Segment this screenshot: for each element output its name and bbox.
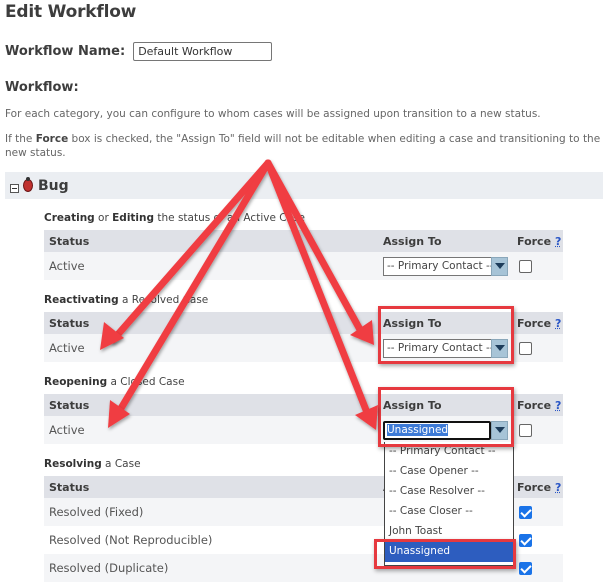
force-help-link[interactable]: ?	[555, 235, 561, 248]
assign-to-select[interactable]: -- Primary Contact --	[383, 256, 508, 276]
col-force: Force?	[517, 316, 562, 330]
section-title-creating: Creating or Editing the status of an Act…	[44, 212, 305, 224]
table-header: Status Assign To Force?	[44, 230, 563, 252]
arrow-line	[116, 159, 272, 414]
col-status: Status	[49, 234, 90, 248]
workflow-name-label: Workflow Name:	[5, 44, 126, 59]
col-assign-to: Assign To	[383, 234, 442, 248]
status-cell: Resolved (Duplicate)	[49, 561, 169, 575]
highlight-box	[378, 306, 514, 364]
force-help-link[interactable]: ?	[555, 481, 561, 494]
section-title-reactivating: Reactivating a Resolved Case	[44, 294, 209, 306]
force-checkbox[interactable]	[519, 423, 532, 437]
force-checkbox[interactable]	[519, 533, 532, 547]
force-help-link[interactable]: ?	[555, 399, 561, 412]
highlight-box	[374, 539, 516, 569]
arrow-line	[264, 159, 372, 419]
col-status: Status	[49, 398, 90, 412]
col-force: Force?	[517, 234, 562, 248]
col-status: Status	[49, 316, 90, 330]
chevron-down-icon[interactable]	[491, 256, 508, 276]
col-force: Force?	[517, 480, 562, 494]
dropdown-option[interactable]: -- Case Resolver --	[385, 482, 513, 502]
collapse-icon[interactable]	[10, 184, 19, 193]
force-help-link[interactable]: ?	[555, 317, 561, 330]
help-text-force: If the Force box is checked, the "Assign…	[5, 133, 601, 159]
status-cell: Active	[49, 341, 85, 355]
status-cell: Active	[49, 259, 85, 273]
bug-icon	[23, 177, 33, 192]
force-checkbox[interactable]	[519, 505, 532, 519]
force-checkbox[interactable]	[519, 259, 532, 273]
table-row: Active -- Primary Contact --	[44, 252, 563, 280]
col-status: Status	[49, 480, 90, 494]
workflow-name-input[interactable]	[133, 42, 273, 61]
workflow-name-row: Workflow Name:	[5, 42, 273, 61]
force-checkbox[interactable]	[519, 561, 532, 575]
status-cell: Resolved (Fixed)	[49, 505, 144, 519]
force-checkbox[interactable]	[519, 341, 532, 355]
dropdown-option[interactable]: -- Case Opener --	[385, 462, 513, 482]
section-title-reopening: Reopening a Closed Case	[44, 376, 185, 388]
workflow-section-label: Workflow:	[5, 80, 79, 95]
page-title: Edit Workflow	[5, 2, 137, 22]
table-creating: Status Assign To Force? Active -- Primar…	[44, 230, 563, 280]
category-name: Bug	[38, 177, 69, 194]
dropdown-option[interactable]: -- Case Closer --	[385, 502, 513, 522]
highlight-box	[378, 387, 514, 447]
status-cell: Active	[49, 423, 85, 437]
status-cell: Resolved (Not Reproducible)	[49, 533, 213, 547]
col-force: Force?	[517, 398, 562, 412]
category-header-bug[interactable]: Bug	[5, 172, 603, 199]
help-text-assign: For each category, you can configure to …	[5, 108, 541, 120]
section-title-resolving: Resolving a Case	[44, 458, 141, 470]
